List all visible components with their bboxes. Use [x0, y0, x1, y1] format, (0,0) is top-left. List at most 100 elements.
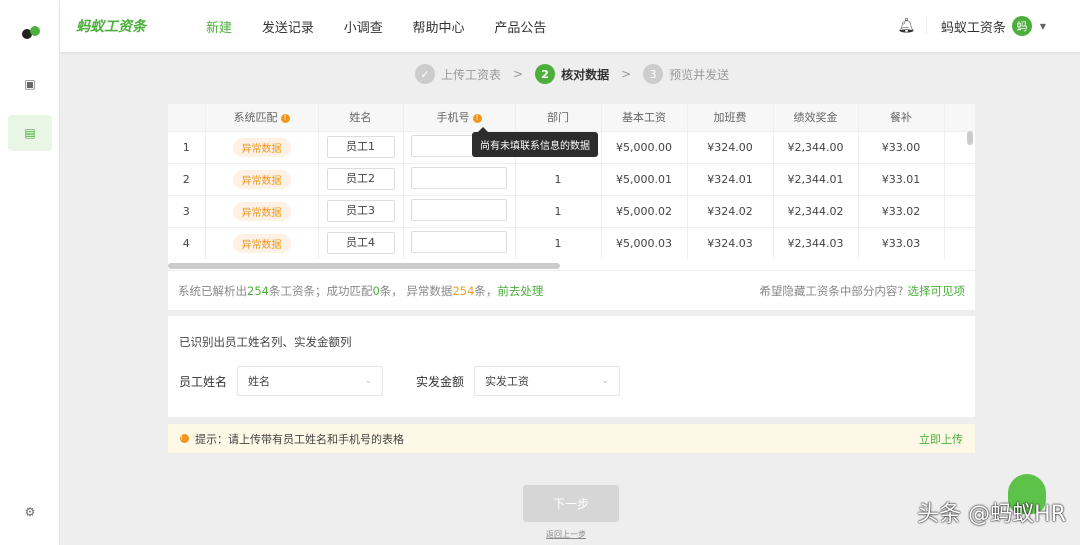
name-input[interactable]: 员工2	[326, 168, 395, 190]
nav-new[interactable]: 新建	[206, 21, 232, 36]
tooltip: 尚有未填联系信息的数据	[472, 127, 598, 157]
status-badge: 异常数据	[232, 137, 291, 157]
col-meal: 餐补	[858, 104, 945, 131]
step-label: 核对数据	[561, 67, 610, 82]
extra-cell	[944, 226, 976, 259]
row-index: 1	[168, 130, 206, 163]
table-row: 2 异常数据 员工2 1 ¥5,000.01 ¥324.01 ¥2,344.01…	[168, 162, 976, 195]
dept-cell: 1	[515, 162, 602, 195]
chevron-down-icon[interactable]: ▼	[1040, 22, 1046, 31]
brand-title: 蚂蚁工资条	[76, 19, 146, 35]
phone-input[interactable]	[411, 166, 507, 189]
total-count: 254	[247, 283, 269, 298]
base-salary-cell: ¥5,000.02	[601, 194, 688, 227]
sidebar-item-payslip[interactable]: ▤	[8, 115, 52, 151]
select-value: 姓名	[248, 375, 271, 388]
status-badge: 异常数据	[232, 233, 291, 253]
row-index: 2	[168, 162, 206, 195]
status-badge: 异常数据	[232, 201, 291, 221]
handle-link[interactable]: 前去处理	[497, 283, 543, 299]
next-step-button[interactable]: 下一步	[523, 485, 619, 522]
amount-label: 实发金额	[416, 374, 465, 389]
name-input[interactable]: 员工3	[326, 200, 395, 222]
step-verify: 2 核对数据	[535, 64, 609, 84]
meal-cell: ¥33.01	[858, 162, 945, 195]
overtime-cell: ¥324.02	[687, 194, 774, 227]
table-row: 3 异常数据 员工3 1 ¥5,000.02 ¥324.02 ¥2,344.02…	[168, 194, 976, 227]
main-nav: 新建 发送记录 小调查 帮助中心 产品公告	[206, 17, 572, 36]
abnormal-count: 254	[452, 283, 475, 298]
nav-help[interactable]: 帮助中心	[413, 21, 465, 36]
meal-cell: ¥33.00	[858, 130, 945, 163]
phone-cell	[403, 226, 516, 259]
name-input[interactable]: 员工4	[326, 232, 395, 255]
check-icon: ✓	[415, 64, 435, 84]
info-icon[interactable]: !	[280, 113, 290, 123]
horizontal-scrollbar[interactable]	[168, 263, 560, 269]
match-cell: 异常数据	[205, 130, 319, 163]
overtime-cell: ¥324.00	[687, 130, 774, 163]
match-cell: 异常数据	[205, 194, 319, 227]
select-value: 实发工资	[485, 375, 530, 388]
settings-icon: ⚙	[24, 505, 36, 519]
col-base: 基本工资	[601, 104, 688, 131]
phone-input[interactable]	[411, 198, 507, 221]
summary-text: 条， 异常数据	[379, 283, 453, 298]
extra-cell	[944, 194, 976, 227]
mapping-title: 已识别出员工姓名列、实发金额列	[179, 335, 352, 349]
name-cell: 员工4	[318, 226, 404, 259]
upload-now-link[interactable]: 立即上传	[919, 431, 963, 447]
info-icon[interactable]: !	[472, 113, 482, 123]
back-link[interactable]: 返回上一步	[546, 529, 586, 540]
user-name[interactable]: 蚂蚁工资条	[941, 17, 1006, 36]
payroll-table: 系统匹配! 姓名 手机号! 部门 基本工资 加班费 绩效奖金 餐补 1 异常数据…	[168, 104, 976, 259]
meal-cell: ¥33.03	[858, 226, 945, 259]
bonus-cell: ¥2,344.01	[773, 162, 859, 195]
name-cell: 员工1	[318, 130, 404, 163]
phone-input[interactable]	[411, 230, 507, 253]
nav-announcements[interactable]: 产品公告	[494, 21, 546, 36]
col-extra	[944, 104, 976, 131]
chevron-down-icon: ⌄	[601, 376, 610, 386]
document-icon: ▤	[24, 126, 36, 140]
avatar[interactable]: 蚂	[1011, 16, 1032, 36]
watermark: 头条 @蚂蚁HR	[917, 502, 1066, 527]
meal-cell: ¥33.02	[858, 194, 945, 227]
name-cell: 员工3	[318, 194, 404, 227]
row-index: 3	[168, 194, 206, 227]
summary-bar: 系统已解析出 254 条工资条；成功匹配 0 条， 异常数据 254 条， 前去处理 希望隐藏…	[168, 270, 975, 310]
extra-cell	[944, 162, 976, 195]
col-overtime: 加班费	[687, 104, 774, 131]
overtime-cell: ¥324.03	[687, 226, 774, 259]
vertical-scrollbar[interactable]	[967, 131, 973, 145]
bonus-cell: ¥2,344.03	[773, 226, 859, 259]
sidebar-item-contacts[interactable]: ▣	[8, 66, 52, 102]
col-index	[168, 104, 206, 131]
name-input[interactable]: 员工1	[326, 136, 395, 158]
base-salary-cell: ¥5,000.00	[601, 130, 688, 163]
sidebar-item-settings[interactable]: ⚙	[8, 494, 52, 530]
col-name: 姓名	[318, 104, 404, 131]
col-phone: 手机号!	[403, 104, 516, 131]
base-salary-cell: ¥5,000.03	[601, 226, 688, 259]
col-match: 系统匹配!	[205, 104, 319, 131]
hide-question: 希望隐藏工资条中部分内容?	[759, 283, 904, 298]
amount-column-select[interactable]: 实发工资 ⌄	[474, 366, 621, 396]
top-header: 蚂蚁工资条 新建 发送记录 小调查 帮助中心 产品公告 🔔︎ 蚂蚁工资条 蚂 ▼	[60, 0, 1080, 52]
select-visible-link[interactable]: 选择可见项	[908, 283, 966, 299]
dept-cell: 1	[515, 194, 602, 227]
name-column-select[interactable]: 姓名 ⌄	[237, 366, 384, 396]
step-number: 3	[643, 64, 664, 84]
step-number: 2	[535, 64, 556, 84]
step-label: 预览并发送	[669, 67, 730, 82]
match-cell: 异常数据	[205, 226, 319, 259]
phone-cell	[403, 162, 516, 195]
nav-survey[interactable]: 小调查	[344, 21, 383, 36]
chevron-right-icon: >	[621, 67, 632, 81]
col-label: 系统匹配	[233, 111, 278, 125]
stepper: ✓ 上传工资表 > 2 核对数据 > 3 预览并发送	[415, 64, 729, 84]
nav-send-records[interactable]: 发送记录	[262, 21, 314, 36]
tip-text: 提示：请上传带有员工姓名和手机号的表格	[195, 432, 404, 446]
bell-icon[interactable]: 🔔︎	[887, 18, 927, 34]
warning-icon: !	[180, 434, 189, 443]
